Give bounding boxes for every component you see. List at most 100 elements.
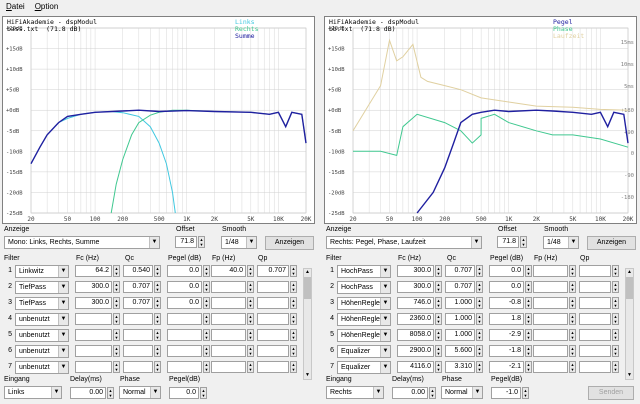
fc-input[interactable]: 300.0 bbox=[397, 265, 434, 277]
menu-datei[interactable]: Datei bbox=[6, 2, 25, 11]
filter-type-select[interactable]: HöhenRegler ▼ bbox=[337, 329, 391, 342]
pegel-input[interactable]: 0.0 bbox=[167, 281, 202, 293]
spinner-arrows-icon[interactable]: ▲ ▼ bbox=[525, 329, 532, 341]
spinner-arrows-icon[interactable]: ▲ ▼ bbox=[247, 297, 254, 309]
filter-type-select[interactable]: Linkwitz ▼ bbox=[15, 265, 69, 278]
spinner-arrows-icon[interactable]: ▲ ▼ bbox=[435, 281, 442, 293]
filter-scrollbar[interactable]: ▲ ▼ bbox=[625, 268, 634, 380]
spinner-arrows-icon[interactable]: ▲ ▼ bbox=[569, 345, 576, 357]
pegel-input[interactable]: -1.8 bbox=[489, 345, 524, 357]
scroll-down-icon[interactable]: ▼ bbox=[304, 372, 311, 379]
fp-input[interactable] bbox=[533, 345, 568, 357]
spinner-arrows-icon[interactable]: ▲ ▼ bbox=[525, 265, 532, 277]
spinner-arrows-icon[interactable]: ▲ ▼ bbox=[569, 361, 576, 373]
spinner-arrows-icon[interactable]: ▲ ▼ bbox=[247, 265, 254, 277]
anzeige-select[interactable]: Mono: Links, Rechts, Summe ▼ bbox=[4, 236, 160, 249]
fp-input[interactable] bbox=[211, 281, 246, 293]
filter-scrollbar[interactable]: ▲ ▼ bbox=[303, 268, 312, 380]
spinner-arrows-icon[interactable]: ▲ ▼ bbox=[154, 265, 161, 277]
spinner-arrows-icon[interactable]: ▲ ▼ bbox=[113, 297, 120, 309]
spinner-arrows-icon[interactable]: ▲ ▼ bbox=[154, 297, 161, 309]
pegel-input[interactable]: -2.1 bbox=[489, 361, 524, 373]
fp-input[interactable] bbox=[533, 361, 568, 373]
fc-input[interactable]: 2360.0 bbox=[397, 313, 434, 325]
fp-input[interactable] bbox=[211, 313, 246, 325]
spinner-arrows-icon[interactable]: ▲ ▼ bbox=[525, 345, 532, 357]
smooth-select[interactable]: 1/48 ▼ bbox=[543, 236, 579, 249]
spinner-arrows-icon[interactable]: ▲ ▼ bbox=[476, 345, 483, 357]
pegel-input[interactable]: 0.0 bbox=[167, 265, 202, 277]
spinner-arrows-icon[interactable]: ▲ ▼ bbox=[522, 387, 529, 399]
fc-input[interactable]: 300.0 bbox=[75, 297, 112, 309]
qc-input[interactable]: 0.707 bbox=[123, 281, 153, 293]
fp-input[interactable] bbox=[533, 329, 568, 341]
fp-input[interactable] bbox=[211, 297, 246, 309]
fp-input[interactable]: 40.0 bbox=[211, 265, 246, 277]
spinner-arrows-icon[interactable]: ▲ ▼ bbox=[154, 329, 161, 341]
spinner-arrows-icon[interactable]: ▲ ▼ bbox=[569, 313, 576, 325]
fp-input[interactable] bbox=[533, 281, 568, 293]
spinner-arrows-icon[interactable]: ▲ ▼ bbox=[290, 345, 297, 357]
spinner-arrows-icon[interactable]: ▲ ▼ bbox=[612, 361, 619, 373]
filter-type-select[interactable]: Equalizer ▼ bbox=[337, 345, 391, 358]
filter-type-select[interactable]: TiefPass ▼ bbox=[15, 281, 69, 294]
spinner-arrows-icon[interactable]: ▲ ▼ bbox=[525, 281, 532, 293]
spinner-arrows-icon[interactable]: ▲ ▼ bbox=[435, 297, 442, 309]
fc-input[interactable]: 64.2 bbox=[75, 265, 112, 277]
spinner-arrows-icon[interactable]: ▲ ▼ bbox=[290, 361, 297, 373]
spinner-arrows-icon[interactable]: ▲ ▼ bbox=[520, 236, 527, 248]
spinner-arrows-icon[interactable]: ▲ ▼ bbox=[435, 265, 442, 277]
spinner-arrows-icon[interactable]: ▲ ▼ bbox=[476, 313, 483, 325]
spinner-arrows-icon[interactable]: ▲ ▼ bbox=[247, 345, 254, 357]
senden-button[interactable]: Senden bbox=[588, 386, 634, 400]
spinner-arrows-icon[interactable]: ▲ ▼ bbox=[203, 265, 210, 277]
spinner-arrows-icon[interactable]: ▲ ▼ bbox=[247, 329, 254, 341]
filter-type-select[interactable]: HöhenRegler ▼ bbox=[337, 297, 391, 310]
eingang-select[interactable]: Links ▼ bbox=[4, 386, 62, 399]
qc-input[interactable] bbox=[123, 329, 153, 341]
fc-input[interactable] bbox=[75, 313, 112, 325]
filter-type-select[interactable]: unbenutzt ▼ bbox=[15, 361, 69, 374]
spinner-arrows-icon[interactable]: ▲ ▼ bbox=[203, 329, 210, 341]
filter-type-select[interactable]: TiefPass ▼ bbox=[15, 297, 69, 310]
pegel-input[interactable]: 0.0 bbox=[169, 387, 199, 399]
fc-input[interactable] bbox=[75, 361, 112, 373]
pegel-input[interactable]: -1.0 bbox=[491, 387, 521, 399]
filter-type-select[interactable]: HöhenRegler ▼ bbox=[337, 313, 391, 326]
qc-input[interactable] bbox=[123, 361, 153, 373]
qc-input[interactable]: 3.310 bbox=[445, 361, 475, 373]
spinner-arrows-icon[interactable]: ▲ ▼ bbox=[525, 361, 532, 373]
eingang-select[interactable]: Rechts ▼ bbox=[326, 386, 384, 399]
qp-input[interactable] bbox=[579, 297, 611, 309]
spinner-arrows-icon[interactable]: ▲ ▼ bbox=[569, 281, 576, 293]
spinner-arrows-icon[interactable]: ▲ ▼ bbox=[203, 297, 210, 309]
qc-input[interactable]: 0.707 bbox=[445, 281, 475, 293]
qc-input[interactable]: 0.707 bbox=[123, 297, 153, 309]
scroll-thumb[interactable] bbox=[304, 277, 311, 299]
spinner-arrows-icon[interactable]: ▲ ▼ bbox=[569, 329, 576, 341]
spinner-arrows-icon[interactable]: ▲ ▼ bbox=[429, 387, 436, 399]
qc-input[interactable]: 0.707 bbox=[445, 265, 475, 277]
spinner-arrows-icon[interactable]: ▲ ▼ bbox=[569, 297, 576, 309]
spinner-arrows-icon[interactable]: ▲ ▼ bbox=[203, 313, 210, 325]
fc-input[interactable] bbox=[75, 329, 112, 341]
filter-type-select[interactable]: unbenutzt ▼ bbox=[15, 345, 69, 358]
filter-type-select[interactable]: unbenutzt ▼ bbox=[15, 329, 69, 342]
fc-input[interactable]: 4116.0 bbox=[397, 361, 434, 373]
scroll-down-icon[interactable]: ▼ bbox=[626, 372, 633, 379]
qp-input[interactable] bbox=[257, 345, 289, 357]
spinner-arrows-icon[interactable]: ▲ ▼ bbox=[113, 265, 120, 277]
offset-input[interactable]: 71.8 bbox=[497, 236, 519, 248]
pegel-input[interactable]: 0.0 bbox=[167, 297, 202, 309]
qp-input[interactable] bbox=[257, 313, 289, 325]
spinner-arrows-icon[interactable]: ▲ ▼ bbox=[525, 297, 532, 309]
spinner-arrows-icon[interactable]: ▲ ▼ bbox=[113, 329, 120, 341]
qp-input[interactable] bbox=[579, 281, 611, 293]
fp-input[interactable] bbox=[211, 345, 246, 357]
spinner-arrows-icon[interactable]: ▲ ▼ bbox=[154, 345, 161, 357]
spinner-arrows-icon[interactable]: ▲ ▼ bbox=[107, 387, 114, 399]
filter-type-select[interactable]: HochPass ▼ bbox=[337, 281, 391, 294]
pegel-input[interactable] bbox=[167, 361, 202, 373]
pegel-input[interactable] bbox=[167, 313, 202, 325]
fc-input[interactable]: 300.0 bbox=[75, 281, 112, 293]
